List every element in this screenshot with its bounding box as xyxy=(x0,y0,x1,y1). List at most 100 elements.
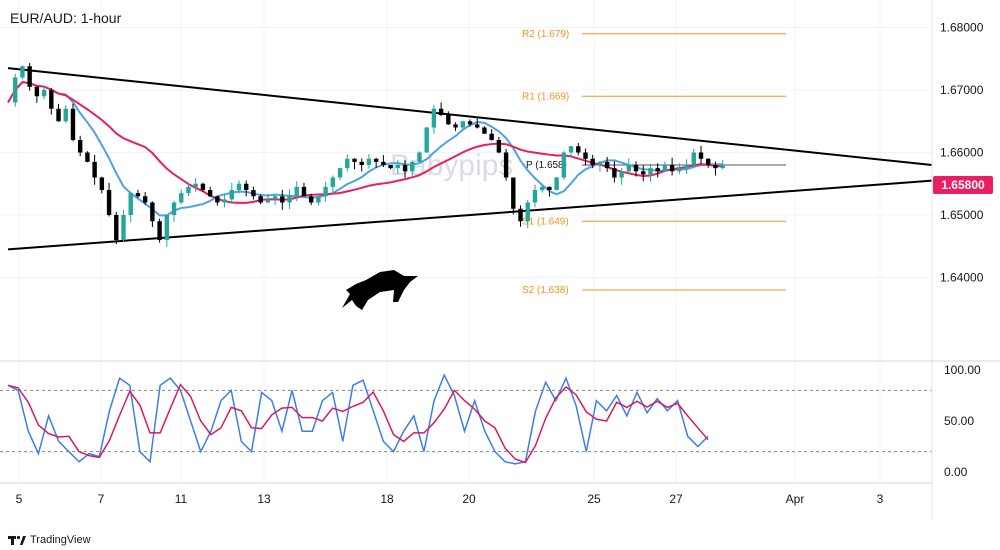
candle-body xyxy=(467,121,473,125)
date-tick-label: 20 xyxy=(462,492,476,506)
candle-body xyxy=(641,171,646,175)
candle-body xyxy=(99,177,105,190)
price-tick-label: 1.64000 xyxy=(940,271,984,285)
pivot-label: R2 (1.679) xyxy=(522,29,569,40)
candle-body xyxy=(648,168,653,175)
candle-body xyxy=(583,152,588,159)
candle-body xyxy=(669,165,675,172)
candle-body xyxy=(597,161,603,165)
date-tick-label: 18 xyxy=(380,492,394,506)
candle-body xyxy=(85,152,90,162)
candle-body xyxy=(222,199,227,203)
candle-body xyxy=(612,168,617,178)
candle-body xyxy=(171,202,177,215)
candle-body xyxy=(215,196,220,203)
candle-body xyxy=(316,196,321,203)
candle-body xyxy=(381,161,386,165)
candle-body xyxy=(691,152,696,165)
candle-body xyxy=(489,133,494,140)
candle-body xyxy=(677,168,682,172)
tradingview-logo-icon xyxy=(8,535,26,545)
candle-body xyxy=(272,196,278,200)
candle-body xyxy=(92,161,97,178)
candle-body xyxy=(561,152,567,178)
stoch-tick-label: 50.00 xyxy=(944,414,974,428)
price-tick-label: 1.66000 xyxy=(940,146,984,160)
candle-body xyxy=(417,152,422,162)
candle-body xyxy=(236,183,242,190)
candle-body xyxy=(446,115,451,125)
candle-body xyxy=(475,124,480,128)
candle-body xyxy=(114,215,119,240)
candle-body xyxy=(229,190,234,200)
candle-body xyxy=(395,165,401,169)
tradingview-label: TradingView xyxy=(30,534,91,546)
candle-body xyxy=(27,66,32,87)
date-tick-label: 13 xyxy=(257,492,271,506)
date-tick-label: 27 xyxy=(669,492,683,506)
price-tick-label: 1.65000 xyxy=(940,208,984,222)
stoch-tick-label: 100.00 xyxy=(944,363,981,377)
candle-body xyxy=(698,152,704,159)
candle-body xyxy=(280,196,285,203)
candle-body xyxy=(539,186,545,190)
candle-body xyxy=(77,140,83,153)
candle-body xyxy=(63,108,68,122)
candle-body xyxy=(135,193,141,197)
candle-body xyxy=(662,165,668,172)
candle-body xyxy=(287,196,292,203)
candle-body xyxy=(655,168,660,172)
candle-body xyxy=(265,199,271,203)
candle-body xyxy=(142,196,148,203)
candle-body xyxy=(345,158,350,169)
candle-body xyxy=(604,161,610,169)
candle-body xyxy=(410,161,415,172)
candle-body xyxy=(301,186,307,197)
candle-body xyxy=(503,152,509,178)
candle-body xyxy=(619,171,624,178)
candle-body xyxy=(482,127,487,134)
candle-body xyxy=(34,86,40,97)
date-tick-label: 5 xyxy=(16,492,23,506)
candle-body xyxy=(496,140,502,153)
date-tick-label: Apr xyxy=(786,492,805,506)
current-price-tag: 1.65800 xyxy=(933,176,993,194)
candle-body xyxy=(373,158,379,162)
candle-body xyxy=(402,165,408,172)
candle-body xyxy=(330,177,336,187)
candle-body xyxy=(121,215,126,240)
candle-body xyxy=(720,165,725,169)
candle-body xyxy=(424,127,429,153)
candle-body xyxy=(576,146,581,153)
stoch-tick-label: 0.00 xyxy=(944,465,968,479)
date-tick-label: 3 xyxy=(877,492,884,506)
candle-body xyxy=(359,161,364,165)
candle-body xyxy=(49,90,54,109)
tradingview-brand[interactable]: TradingView xyxy=(8,532,91,548)
chart-title: EUR/AUD: 1-hour xyxy=(10,10,122,26)
candle-body xyxy=(200,183,206,190)
candle-body xyxy=(193,183,198,187)
candle-body xyxy=(337,168,343,178)
candle-body xyxy=(106,190,112,215)
chart-canvas: Babypips R2 (1.679)R1 (1.669)P (1.658)S1… xyxy=(0,0,1000,550)
candle-body xyxy=(366,158,372,165)
candle-body xyxy=(164,215,170,240)
candle-body xyxy=(453,124,458,128)
candle-body xyxy=(525,202,530,222)
candle-body xyxy=(438,108,444,115)
candle-body xyxy=(388,165,393,169)
pivot-label: R1 (1.669) xyxy=(522,91,569,102)
candle-body xyxy=(511,177,516,209)
candle-body xyxy=(186,186,191,194)
candle-body xyxy=(20,66,25,78)
candle-body xyxy=(308,196,314,203)
date-tick-label: 25 xyxy=(587,492,601,506)
candle-body xyxy=(590,158,595,165)
candle-body xyxy=(41,90,47,97)
candle-body xyxy=(128,193,133,215)
price-tick-label: 1.67000 xyxy=(940,83,984,97)
price-tick-label: 1.68000 xyxy=(940,21,984,35)
candle-body xyxy=(13,77,18,103)
candle-body xyxy=(532,190,538,203)
